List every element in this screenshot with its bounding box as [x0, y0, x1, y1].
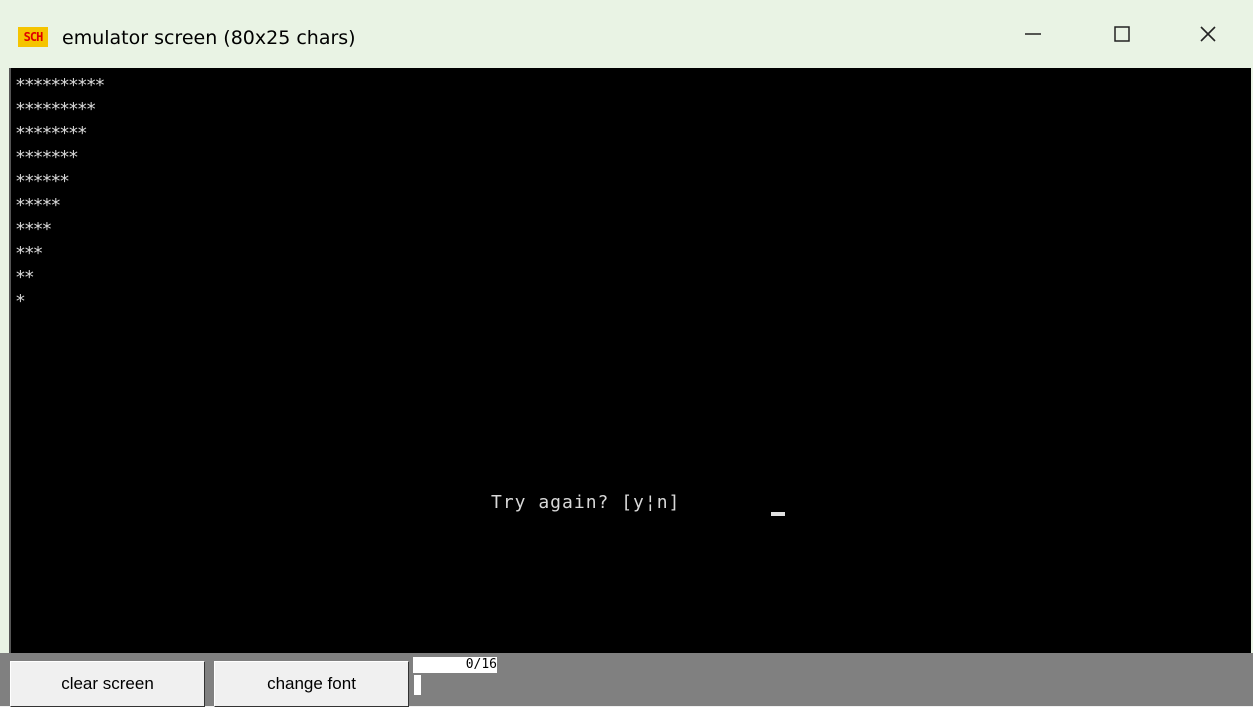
terminal-line: ********* — [15, 99, 97, 120]
terminal-line: ********** — [15, 75, 105, 96]
emulator-window: SCH emulator screen (80x25 chars) ******… — [0, 0, 1253, 707]
star-pattern: ********** ********* ******** ******* **… — [15, 74, 105, 314]
terminal-line: ** — [15, 267, 35, 288]
text-cursor — [771, 512, 785, 516]
terminal-line: * — [15, 291, 26, 312]
bottom-toolbar: clear screen change font 0/16 — [0, 653, 1253, 707]
counter-indicator-bar — [414, 675, 421, 695]
terminal-screen[interactable]: ********** ********* ******** ******* **… — [9, 68, 1251, 653]
terminal-line: ***** — [15, 195, 61, 216]
title-bar: SCH emulator screen (80x25 chars) — [0, 0, 1253, 68]
terminal-line: ****** — [15, 171, 70, 192]
try-again-prompt: Try again? [y¦n] — [491, 492, 681, 513]
sch-app-icon: SCH — [18, 27, 48, 47]
minimize-icon — [1022, 23, 1044, 49]
page-counter: 0/16 — [413, 657, 497, 673]
terminal-line: ******* — [15, 147, 79, 168]
maximize-icon — [1111, 23, 1133, 49]
terminal-line: **** — [15, 219, 52, 240]
terminal-line: *** — [15, 243, 44, 264]
change-font-button[interactable]: change font — [214, 661, 409, 707]
terminal-line: ******** — [15, 123, 88, 144]
maximize-button[interactable] — [1089, 15, 1155, 57]
close-icon — [1197, 23, 1219, 49]
clear-screen-button[interactable]: clear screen — [10, 661, 205, 707]
close-button[interactable] — [1175, 15, 1241, 57]
window-title: emulator screen (80x25 chars) — [62, 27, 356, 49]
minimize-button[interactable] — [1000, 15, 1066, 57]
